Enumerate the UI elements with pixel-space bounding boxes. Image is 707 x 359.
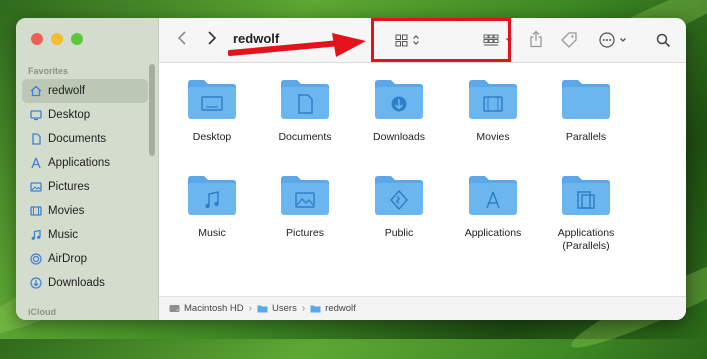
- tag-icon: [561, 32, 577, 48]
- sidebar-item-label: Downloads: [48, 277, 105, 289]
- applications-folder-icon: [469, 176, 517, 215]
- path-segment-users[interactable]: Users: [257, 303, 297, 314]
- sidebar-item-label: redwolf: [48, 85, 86, 97]
- folder-item-downloads[interactable]: Downloads: [353, 77, 445, 144]
- minimize-button[interactable]: [51, 33, 63, 45]
- sidebar-item-applications[interactable]: Applications: [22, 151, 148, 175]
- sidebar-list: redwolf Desktop Documents Applications P…: [22, 79, 148, 295]
- path-segment-label: Macintosh HD: [184, 303, 244, 314]
- sidebar-item-label: Documents: [48, 133, 107, 145]
- share-icon: [530, 30, 542, 48]
- desktop-folder-icon: [188, 80, 236, 119]
- sidebar-item-downloads[interactable]: Downloads: [22, 271, 148, 295]
- sidebar-item-label: AirDrop: [48, 253, 87, 265]
- zoom-button[interactable]: [71, 33, 83, 45]
- airdrop-icon: [30, 253, 42, 265]
- document-icon: [30, 133, 42, 145]
- music-icon: [30, 229, 42, 241]
- folder-label: Downloads: [373, 131, 425, 143]
- folder-item-public[interactable]: Public: [353, 173, 445, 240]
- toolbar-highlight-box: [371, 18, 511, 62]
- downloads-folder-icon: [375, 80, 423, 119]
- movies-icon: [30, 205, 42, 217]
- home-icon: [30, 85, 42, 97]
- chevron-down-icon: [620, 38, 626, 42]
- folder-item-pictures[interactable]: Pictures: [259, 173, 351, 240]
- search-icon: [656, 33, 670, 47]
- public-folder-icon: [375, 176, 423, 215]
- movies-folder-icon: [469, 80, 517, 119]
- sidebar-item-label: Pictures: [48, 181, 90, 193]
- folder-item-movies[interactable]: Movies: [447, 77, 539, 144]
- folder-item-documents[interactable]: Documents: [259, 77, 351, 144]
- sidebar-item-label: Desktop: [48, 109, 91, 121]
- sidebar-scrollbar[interactable]: [149, 64, 155, 156]
- close-button[interactable]: [31, 33, 43, 45]
- annotation-arrow: [228, 33, 366, 57]
- path-separator-icon: ›: [301, 303, 306, 314]
- sidebar-item-pictures[interactable]: Pictures: [22, 175, 148, 199]
- folder-label: Parallels: [565, 131, 607, 143]
- path-segment-macintosh-hd[interactable]: Macintosh HD: [169, 303, 244, 314]
- folder-label: Applications (Parallels): [557, 227, 615, 252]
- folder-label: Public: [384, 227, 414, 239]
- action-menu-button[interactable]: [597, 30, 629, 50]
- window-controls: [31, 33, 83, 45]
- path-segment-label: redwolf: [325, 303, 356, 314]
- sidebar-section-favorites: Favorites: [28, 66, 69, 76]
- folder-label: Music: [198, 227, 226, 239]
- forward-button[interactable]: [207, 30, 217, 51]
- sidebar-item-music[interactable]: Music: [22, 223, 148, 247]
- sidebar-item-documents[interactable]: Documents: [22, 127, 148, 151]
- applications-icon: [30, 157, 42, 169]
- folder-item-applications[interactable]: Applications: [447, 173, 539, 240]
- folder-icon: [310, 305, 321, 313]
- pictures-icon: [30, 181, 42, 193]
- chevron-right-icon: [208, 31, 217, 45]
- sidebar-section-icloud: iCloud: [28, 307, 56, 317]
- back-button[interactable]: [177, 30, 187, 51]
- sidebar-item-redwolf[interactable]: redwolf: [22, 79, 148, 103]
- folder-label: Documents: [278, 131, 332, 143]
- folder-label: Movies: [476, 131, 510, 143]
- folder-label: Desktop: [192, 131, 232, 143]
- path-separator-icon: ›: [248, 303, 253, 314]
- documents-folder-icon: [281, 80, 329, 119]
- folder-item-music[interactable]: Music: [166, 173, 258, 240]
- folder-icon: [257, 305, 268, 313]
- sidebar-item-label: Music: [48, 229, 79, 241]
- file-grid: Desktop Documents Downloads Movies Parallels…: [159, 63, 686, 296]
- sidebar-item-label: Movies: [48, 205, 85, 217]
- sidebar: Favorites redwolf Desktop Documents Appl…: [16, 18, 159, 320]
- music-folder-icon: [188, 176, 236, 215]
- path-segment-label: Users: [272, 303, 297, 314]
- folder-label: Applications: [464, 227, 522, 239]
- tags-button[interactable]: [559, 30, 579, 50]
- folder-label: Pictures: [286, 227, 324, 239]
- share-button[interactable]: [527, 29, 545, 49]
- sidebar-item-airdrop[interactable]: AirDrop: [22, 247, 148, 271]
- parallels-apps-folder-icon: [562, 176, 610, 215]
- hard-drive-icon: [169, 305, 180, 312]
- path-bar: Macintosh HD › Users › redwolf: [159, 296, 686, 320]
- folder-item-parallels[interactable]: Parallels: [540, 77, 632, 144]
- more-options-icon: [599, 32, 615, 48]
- search-button[interactable]: [654, 31, 672, 49]
- sidebar-item-desktop[interactable]: Desktop: [22, 103, 148, 127]
- pictures-folder-icon: [281, 176, 329, 215]
- chevron-left-icon: [177, 31, 186, 45]
- desktop-icon: [30, 109, 42, 121]
- folder-item-desktop[interactable]: Desktop: [166, 77, 258, 144]
- sidebar-item-movies[interactable]: Movies: [22, 199, 148, 223]
- folder-item-applications-parallels[interactable]: Applications (Parallels): [540, 173, 632, 253]
- downloads-icon: [30, 277, 42, 289]
- path-segment-redwolf[interactable]: redwolf: [310, 303, 356, 314]
- folder-icon: [562, 80, 610, 119]
- sidebar-item-label: Applications: [48, 157, 111, 169]
- finder-window: Favorites redwolf Desktop Documents Appl…: [16, 18, 686, 320]
